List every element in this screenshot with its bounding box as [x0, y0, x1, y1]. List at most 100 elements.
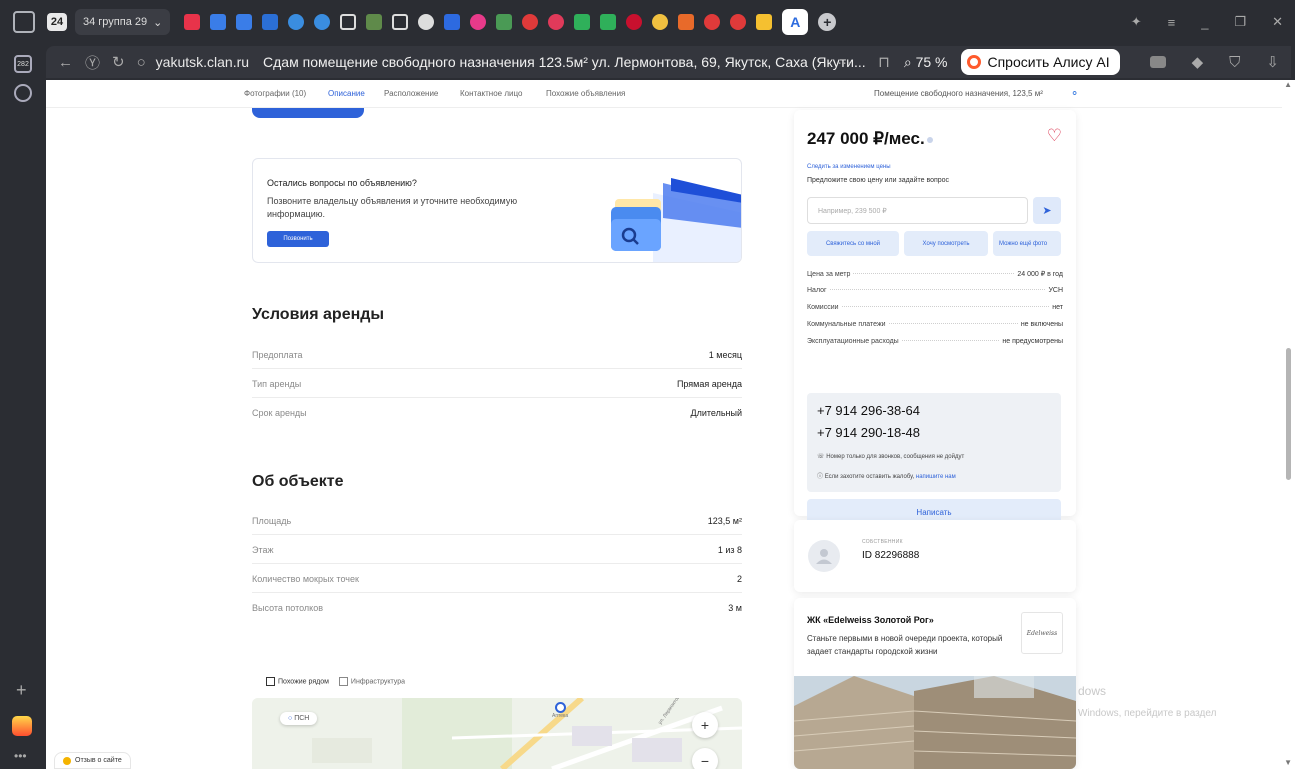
scroll-down-icon[interactable]: ▼	[1284, 758, 1292, 767]
yandex-icon[interactable]: Ⓨ	[85, 52, 100, 73]
blue-button-stub[interactable]	[252, 108, 364, 118]
questions-text: Позвоните владельцу объявления и уточнит…	[267, 196, 518, 219]
tab-favicon[interactable]	[600, 14, 617, 30]
map-filter-pill[interactable]: ○ ПСН	[280, 712, 318, 725]
tab-favicon[interactable]	[652, 14, 669, 30]
active-tab[interactable]: A	[782, 9, 809, 35]
tab-favicon[interactable]	[262, 14, 279, 30]
watch-price-link[interactable]: Следить за изменением цены	[807, 164, 891, 170]
tab-favicon[interactable]	[496, 14, 513, 30]
tab-favicon[interactable]	[418, 14, 435, 30]
map-tabs: Похожие рядом Инфраструктура	[266, 677, 405, 686]
sidebar-counter-badge[interactable]: 282	[14, 55, 32, 73]
share-icon[interactable]: ⚬	[1070, 87, 1079, 100]
ad-card[interactable]: ЖК «Edelweiss Золотой Рог» Станьте первы…	[794, 598, 1076, 769]
call-button[interactable]: Позвонить	[267, 231, 329, 247]
add-panel-icon[interactable]: +	[16, 680, 27, 701]
send-offer-button[interactable]: ➤	[1033, 197, 1061, 224]
tabs-panel-icon[interactable]	[13, 11, 35, 33]
write-us-link[interactable]: напишите нам	[916, 474, 956, 480]
window-controls: ✦ ≡ _ ❐ ✕	[1131, 0, 1283, 44]
minimize-icon[interactable]: _	[1201, 15, 1208, 30]
questions-card: Остались вопросы по объявлению? Позвонит…	[252, 158, 742, 263]
menu-icon[interactable]: ≡	[1168, 15, 1176, 30]
page-title[interactable]: Сдам помещение свободного назначения 123…	[263, 54, 866, 70]
page-content: Фотографии (10) Описание Расположение Ко…	[46, 80, 1282, 769]
close-icon[interactable]: ✕	[1272, 14, 1283, 30]
map-tab-infrastructure[interactable]: Инфраструктура	[338, 677, 406, 686]
map[interactable]: ○ ПСН Аптека ул. Лермонтова + −	[252, 698, 742, 769]
tab-counter[interactable]: 24	[47, 13, 67, 31]
back-icon[interactable]: ←	[58, 54, 73, 71]
rent-row-prepay: Предоплата 1 месяц	[252, 340, 742, 369]
address-bar-actions: ··· ⊓ ⌕ 75 % Спросить Алису AI ◆ ⛉ ⇩	[825, 46, 1291, 78]
activation-watermark-line2: Windows, перейдите в раздел	[1078, 708, 1217, 719]
page-scrollbar[interactable]: ▲ ▼	[1282, 80, 1295, 769]
tab-favicon[interactable]	[756, 14, 773, 30]
price-info-icon[interactable]	[927, 137, 933, 143]
extension-icon[interactable]: ✦	[1131, 14, 1142, 30]
map-zoom-out-button[interactable]: −	[692, 748, 718, 769]
url-text[interactable]: yakutsk.clan.ru	[156, 54, 249, 70]
chip-want-to-see[interactable]: Хочу посмотреть	[904, 231, 988, 256]
offer-price-input[interactable]: Например, 239 500 ₽	[807, 197, 1028, 224]
reload-icon[interactable]: ↻	[112, 53, 125, 71]
map-zoom-in-button[interactable]: +	[692, 712, 718, 738]
feedback-icon	[63, 756, 71, 765]
phone-number[interactable]: +7 914 296-38-64	[817, 403, 920, 418]
tab-favicon[interactable]	[548, 14, 565, 30]
tab-favicon[interactable]	[444, 14, 461, 30]
shield-icon[interactable]: ◆	[1192, 53, 1204, 71]
tab-favicon[interactable]	[314, 14, 331, 30]
document-icon[interactable]	[340, 14, 357, 30]
chip-contact-me[interactable]: Свяжитесь со мной	[807, 231, 899, 256]
tab-favicon[interactable]	[574, 14, 591, 30]
ask-alice-button[interactable]: Спросить Алису AI	[961, 49, 1120, 75]
zoom-level[interactable]: ⌕ 75 %	[904, 54, 948, 71]
tab-favicon[interactable]	[470, 14, 487, 30]
tab-favicon[interactable]	[236, 14, 253, 30]
tab-favicon[interactable]	[626, 14, 643, 30]
address-bar-inner: ← Ⓨ ↻ ○ yakutsk.clan.ru Сдам помещение с…	[46, 46, 1291, 78]
scroll-up-icon[interactable]: ▲	[1284, 80, 1292, 89]
more-icon[interactable]: •••	[14, 749, 27, 763]
ad-title[interactable]: ЖК «Edelweiss Золотой Рог»	[807, 615, 934, 625]
heart-icon[interactable]: ♡	[1047, 126, 1062, 146]
bookmark-icon[interactable]: ⊓	[878, 53, 890, 71]
tab-favicon[interactable]	[678, 14, 695, 30]
row-label: Срок аренды	[252, 408, 307, 418]
tab-group[interactable]: 34 группа 29 ⌄	[75, 9, 171, 35]
feedback-button[interactable]: Отзыв о сайте	[54, 752, 131, 769]
new-tab-icon[interactable]: +	[818, 13, 837, 31]
price-card: 247 000 ₽/мес. ♡ Следить за изменением ц…	[794, 110, 1076, 526]
more-icon[interactable]: ···	[837, 54, 852, 71]
owner-id[interactable]: ID 82296888	[862, 550, 919, 561]
tab-favicon[interactable]	[366, 14, 383, 30]
downloads-icon[interactable]: ⇩	[1266, 53, 1279, 71]
collections-icon[interactable]: ⛉	[1229, 54, 1240, 71]
chip-more-photos[interactable]: Можно ещё фото	[993, 231, 1061, 256]
nav-photos[interactable]: Фотографии (10)	[244, 89, 306, 98]
tab-favicon[interactable]	[522, 14, 539, 30]
tab-favicon[interactable]	[288, 14, 305, 30]
nav-similar[interactable]: Похожие объявления	[546, 89, 625, 98]
nav-contact[interactable]: Контактное лицо	[460, 89, 522, 98]
app-icon[interactable]	[12, 716, 32, 736]
tab-favicon[interactable]	[730, 14, 747, 30]
document-icon[interactable]	[392, 14, 409, 30]
nav-description[interactable]: Описание	[328, 89, 365, 98]
tab-favicon[interactable]	[704, 14, 721, 30]
site-info-icon[interactable]: ○	[137, 54, 146, 71]
nav-location[interactable]: Расположение	[384, 89, 438, 98]
tab-favicon[interactable]	[184, 14, 201, 30]
map-poi[interactable]: Аптека	[552, 702, 568, 719]
restore-icon[interactable]: ❐	[1234, 14, 1246, 30]
map-tab-label: Инфраструктура	[350, 678, 406, 686]
history-icon[interactable]	[14, 84, 32, 102]
extension-icon[interactable]	[1149, 56, 1166, 68]
scrollbar-thumb[interactable]	[1286, 348, 1291, 480]
tab-favicon[interactable]	[210, 14, 227, 30]
phone-number[interactable]: +7 914 290-18-48	[817, 425, 920, 440]
map-tab-similar[interactable]: Похожие рядом	[266, 677, 329, 686]
spec-row: Цена за метр 24 000 ₽ в год	[807, 270, 1063, 278]
